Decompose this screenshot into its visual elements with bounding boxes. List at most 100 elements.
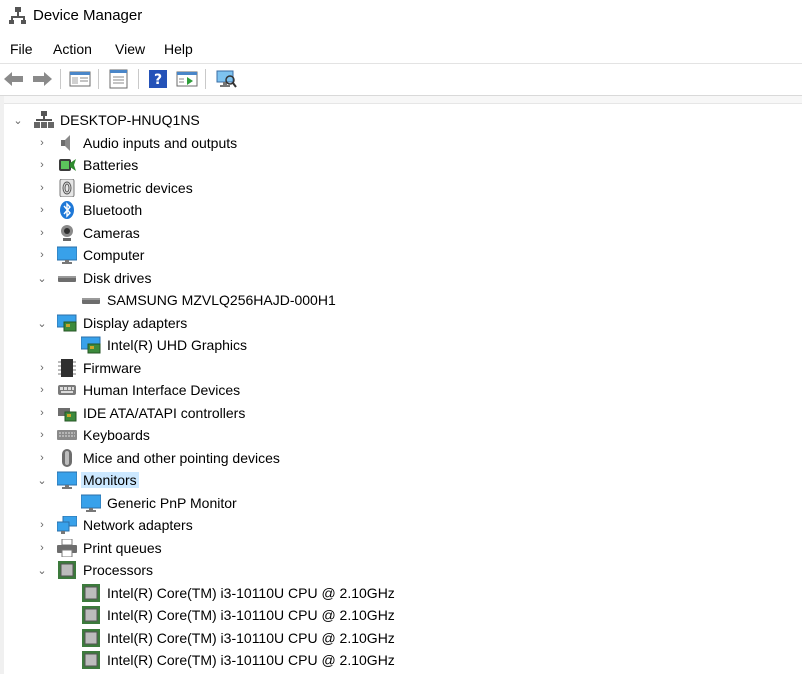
- tree-item-label: Computer: [83, 247, 145, 263]
- menu-bar: File Action View Help: [0, 37, 802, 63]
- menu-help[interactable]: Help: [164, 41, 193, 57]
- back-button[interactable]: [3, 68, 25, 90]
- forward-button[interactable]: [31, 68, 53, 90]
- tree-child-label: Generic PnP Monitor: [107, 495, 237, 511]
- action-run-button[interactable]: [176, 68, 198, 90]
- processor-icon: [82, 606, 100, 624]
- disk-drive-icon: [58, 276, 76, 282]
- tree-item-monitors[interactable]: ⌄ Monitors: [0, 469, 802, 491]
- tree-item-hid[interactable]: › Human Interface Devices: [0, 379, 802, 401]
- chevron-right-icon[interactable]: ›: [36, 451, 48, 465]
- tree-item-keyboards[interactable]: › Keyboards: [0, 424, 802, 446]
- help-icon: ?: [149, 70, 167, 88]
- tree-child-label: Intel(R) Core(TM) i3-10110U CPU @ 2.10GH…: [107, 652, 395, 668]
- tree-child-cpu-3[interactable]: Intel(R) Core(TM) i3-10110U CPU @ 2.10GH…: [0, 649, 802, 671]
- tree-child-label: Intel(R) Core(TM) i3-10110U CPU @ 2.10GH…: [107, 607, 395, 623]
- scan-for-hardware-changes-button[interactable]: [215, 68, 237, 90]
- monitor-icon: [57, 471, 77, 489]
- chevron-down-icon[interactable]: ⌄: [36, 563, 48, 577]
- tree-item-computer[interactable]: › Computer: [0, 244, 802, 266]
- tree-item-label: Cameras: [83, 225, 140, 241]
- tree-child-samsung-drive[interactable]: SAMSUNG MZVLQ256HAJD-000H1: [0, 289, 802, 311]
- menu-action[interactable]: Action: [53, 41, 92, 57]
- tree-item-audio[interactable]: › Audio inputs and outputs: [0, 132, 802, 154]
- tree-item-cameras[interactable]: › Cameras: [0, 222, 802, 244]
- chevron-right-icon[interactable]: ›: [36, 226, 48, 240]
- tree-child-cpu-1[interactable]: Intel(R) Core(TM) i3-10110U CPU @ 2.10GH…: [0, 604, 802, 626]
- computer-icon: [57, 246, 77, 264]
- processor-icon: [58, 561, 76, 579]
- tree-child-label: Intel(R) Core(TM) i3-10110U CPU @ 2.10GH…: [107, 630, 395, 646]
- fingerprint-icon: [59, 179, 75, 197]
- device-tree[interactable]: ⌄ DESKTOP-HNUQ1NS › Audio inputs and out…: [0, 95, 802, 674]
- chevron-down-icon[interactable]: ⌄: [36, 316, 48, 330]
- chevron-right-icon[interactable]: ›: [36, 428, 48, 442]
- tree-root-row[interactable]: ⌄ DESKTOP-HNUQ1NS: [0, 109, 802, 131]
- camera-icon: [61, 225, 73, 241]
- properties-button[interactable]: [108, 68, 130, 90]
- title-bar: Device Manager: [0, 0, 802, 34]
- tree-item-label: Keyboards: [83, 427, 150, 443]
- chevron-right-icon[interactable]: ›: [36, 383, 48, 397]
- scan-hardware-icon: [216, 70, 237, 88]
- chevron-right-icon[interactable]: ›: [36, 248, 48, 262]
- chevron-right-icon[interactable]: ›: [36, 203, 48, 217]
- tree-child-label: Intel(R) Core(TM) i3-10110U CPU @ 2.10GH…: [107, 585, 395, 601]
- menu-view[interactable]: View: [115, 41, 145, 57]
- tree-item-label: Biometric devices: [83, 180, 193, 196]
- tree-child-cpu-0[interactable]: Intel(R) Core(TM) i3-10110U CPU @ 2.10GH…: [0, 582, 802, 604]
- properties-icon: [109, 69, 128, 89]
- keyboard-icon: [57, 430, 77, 440]
- tree-child-label: SAMSUNG MZVLQ256HAJD-000H1: [107, 292, 336, 308]
- computer-root-icon: [34, 111, 54, 128]
- chevron-right-icon[interactable]: ›: [36, 136, 48, 150]
- chevron-down-icon[interactable]: ⌄: [12, 113, 24, 127]
- chevron-right-icon[interactable]: ›: [36, 518, 48, 532]
- tree-item-display-adapters[interactable]: ⌄ Display adapters: [0, 312, 802, 334]
- chevron-right-icon[interactable]: ›: [36, 361, 48, 375]
- tree-item-disk-drives[interactable]: ⌄ Disk drives: [0, 267, 802, 289]
- tree-item-processors[interactable]: ⌄ Processors: [0, 559, 802, 581]
- chevron-right-icon[interactable]: ›: [36, 158, 48, 172]
- tree-item-bluetooth[interactable]: › Bluetooth: [0, 199, 802, 221]
- mouse-icon: [62, 449, 72, 467]
- tree-item-ide-controllers[interactable]: › IDE ATA/ATAPI controllers: [0, 402, 802, 424]
- show-hide-console-tree-button[interactable]: [69, 68, 91, 90]
- tree-item-label: Display adapters: [83, 315, 188, 331]
- chevron-right-icon[interactable]: ›: [36, 406, 48, 420]
- chevron-right-icon[interactable]: ›: [36, 541, 48, 555]
- display-adapter-icon: [57, 314, 77, 332]
- tree-item-batteries[interactable]: › Batteries: [0, 154, 802, 176]
- tree-item-label: Network adapters: [83, 517, 193, 533]
- display-adapter-icon: [81, 336, 101, 354]
- hid-icon: [58, 385, 76, 395]
- chevron-down-icon[interactable]: ⌄: [36, 473, 48, 487]
- monitor-icon: [81, 494, 101, 512]
- tree-child-cpu-2[interactable]: Intel(R) Core(TM) i3-10110U CPU @ 2.10GH…: [0, 627, 802, 649]
- menu-file[interactable]: File: [10, 41, 33, 57]
- back-arrow-icon: [4, 72, 23, 86]
- tree-item-network-adapters[interactable]: › Network adapters: [0, 514, 802, 536]
- tree-child-label: Intel(R) UHD Graphics: [107, 337, 248, 353]
- help-button[interactable]: ?: [147, 68, 169, 90]
- processor-icon: [82, 584, 100, 602]
- chevron-right-icon[interactable]: ›: [36, 181, 48, 195]
- tree-item-label: Firmware: [83, 360, 142, 376]
- tree-item-label: Processors: [83, 562, 154, 578]
- tree-item-label: IDE ATA/ATAPI controllers: [83, 405, 246, 421]
- window-title: Device Manager: [33, 7, 143, 24]
- tree-child-intel-uhd-graphics[interactable]: Intel(R) UHD Graphics: [0, 334, 802, 356]
- firmware-chip-icon: [58, 359, 76, 377]
- tree-item-mice[interactable]: › Mice and other pointing devices: [0, 447, 802, 469]
- show-hide-tree-icon: [69, 71, 91, 87]
- speaker-icon: [61, 135, 70, 151]
- disk-drive-icon: [82, 298, 100, 304]
- tree-child-generic-pnp-monitor[interactable]: Generic PnP Monitor: [0, 492, 802, 514]
- tree-item-label: Bluetooth: [83, 202, 143, 218]
- device-manager-icon: [9, 7, 26, 24]
- chevron-down-icon[interactable]: ⌄: [36, 271, 48, 285]
- tree-item-biometric[interactable]: › Biometric devices: [0, 177, 802, 199]
- tree-item-firmware[interactable]: › Firmware: [0, 357, 802, 379]
- processor-icon: [82, 629, 100, 647]
- tree-item-print-queues[interactable]: › Print queues: [0, 537, 802, 559]
